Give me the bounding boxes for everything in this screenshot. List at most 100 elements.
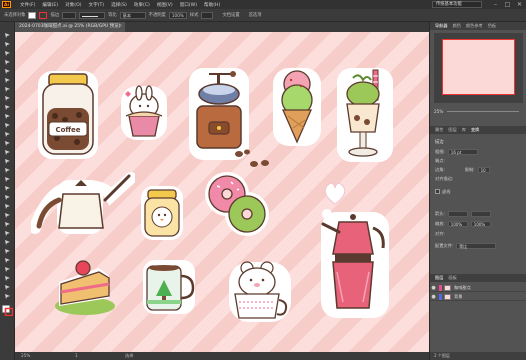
scale-tool-icon[interactable] [4,158,11,164]
profile-dropdown[interactable]: 等比 [456,242,497,249]
zoom-tool-icon[interactable] [4,284,11,290]
menu-type[interactable]: 文字(T) [89,2,105,8]
preferences-button[interactable]: 首选项 [249,12,262,18]
gradient-tool-icon[interactable] [4,212,11,218]
weight-input[interactable]: 16 pt [447,148,478,155]
scale-end-input[interactable]: 100% [470,220,491,227]
selection-status: 未选择对象 [4,13,26,18]
menu-select[interactable]: 选择(S) [111,2,127,8]
status-artboard[interactable]: 1 [75,352,78,360]
stroke-weight-dropdown[interactable] [62,11,77,19]
menu-view[interactable]: 视图(V) [157,2,173,8]
ice-cream-cone-sticker[interactable] [271,66,323,148]
rectangle-tool-icon[interactable] [4,104,11,110]
layer-row[interactable]: ● 咖啡甜点 [430,284,526,292]
menu-edit[interactable]: 编辑(E) [42,2,58,8]
strawberry-cake-sticker[interactable] [53,252,117,316]
artboard-tool-icon[interactable] [4,257,11,263]
arrow-end-dropdown[interactable] [470,210,491,217]
christmas-mug-sticker[interactable] [141,258,197,316]
layer-name[interactable]: 背景 [454,294,462,300]
line-tool-icon[interactable] [4,95,11,101]
eraser-tool-icon[interactable] [4,140,11,146]
stroke-profile-preview[interactable] [79,11,106,19]
artboard-canvas[interactable]: Coffee [15,32,429,352]
style-dropdown[interactable] [201,11,214,19]
close-tab-icon[interactable]: ✕ [118,22,122,32]
coffee-grinder-sticker[interactable] [187,66,251,162]
rotate-tool-icon[interactable] [4,149,11,155]
mesh-tool-icon[interactable] [4,203,11,209]
brush-dropdown[interactable]: 基本 [119,11,146,19]
fill-swatch[interactable] [28,11,37,19]
navigator-zoom-slider[interactable] [447,111,519,112]
stroke-profile-label: 等比 [108,13,117,18]
stroke-swatch[interactable] [39,11,48,19]
navigator-view-box[interactable] [442,39,515,95]
slice-tool-icon[interactable] [4,266,11,272]
limit-input[interactable]: 10 [477,166,490,173]
opacity-input[interactable]: 100% [168,11,187,19]
pencil-tool-icon[interactable] [4,131,11,137]
tab-properties[interactable]: 属性 [435,127,443,133]
arrow-start-dropdown[interactable] [447,210,468,217]
paintbrush-tool-icon[interactable] [4,113,11,119]
navigator-preview[interactable] [434,33,523,103]
tab-color[interactable]: 颜色 [453,23,461,29]
layer-name[interactable]: 咖啡甜点 [454,285,471,291]
direct-selection-tool-icon[interactable] [4,41,11,47]
magic-wand-tool-icon[interactable] [4,50,11,56]
tab-layers-mini[interactable]: 图层 [448,127,456,133]
maximize-icon[interactable]: □ [504,1,511,8]
coffee-jar-sticker[interactable]: Coffee [35,68,101,162]
tab-color-guide[interactable]: 颜色参考 [466,23,483,29]
scale-start-input[interactable]: 100% [447,220,468,227]
jam-jar-sticker[interactable] [139,184,185,242]
menu-object[interactable]: 对象(O) [65,2,81,8]
document-setup-button[interactable]: 文档设置 [222,12,239,18]
selection-tool-icon[interactable] [4,32,11,38]
eye-icon[interactable]: ● [430,285,437,291]
more-tools-icon[interactable] [4,293,11,299]
menu-window[interactable]: 窗口(W) [180,2,197,8]
width-tool-icon[interactable] [4,167,11,173]
menu-file[interactable]: 文件(F) [20,2,35,8]
eye-icon[interactable]: ● [430,294,437,300]
document-tab[interactable]: 2024-0703咖啡甜点.ai @ 25% (RGB/GPU 预览) ✕ [15,22,125,32]
dash-checkbox[interactable] [435,189,440,194]
hand-tool-icon[interactable] [4,275,11,281]
bunny-cupcake-sticker[interactable] [119,84,169,142]
close-window-icon[interactable]: ✕ [516,1,523,8]
tab-transform[interactable]: 变换 [471,127,479,133]
donuts-sticker[interactable] [201,172,271,236]
tab-swatches[interactable]: 色板 [488,23,496,29]
symbol-sprayer-tool-icon[interactable] [4,239,11,245]
lasso-tool-icon[interactable] [4,59,11,65]
graph-tool-icon[interactable] [4,248,11,254]
pen-tool-icon[interactable] [4,68,11,74]
pour-over-kettle-sticker[interactable] [31,166,135,240]
tab-layers[interactable]: 图层 [435,275,443,281]
layer-row[interactable]: ● 背景 [430,293,526,301]
tab-navigator[interactable]: 导航器 [435,23,448,29]
tab-libraries[interactable]: 库 [462,127,466,133]
perspective-grid-tool-icon[interactable] [4,194,11,200]
menu-effect[interactable]: 效果(C) [134,2,150,8]
minimize-icon[interactable]: – [492,1,499,8]
curvature-tool-icon[interactable] [4,77,11,83]
bear-latte-sticker[interactable] [225,258,295,324]
shaper-tool-icon[interactable] [4,122,11,128]
free-transform-tool-icon[interactable] [4,176,11,182]
type-tool-icon[interactable] [4,86,11,92]
matcha-parfait-sticker[interactable] [335,66,395,164]
menu-help[interactable]: 帮助(H) [204,2,220,8]
navigator-zoom-value[interactable]: 25% [434,109,443,114]
moka-pot-sticker[interactable] [315,208,395,320]
workspace-switcher[interactable]: 传统基本功能 [432,1,482,8]
shape-builder-tool-icon[interactable] [4,185,11,191]
blend-tool-icon[interactable] [4,230,11,236]
status-zoom[interactable]: 25% [21,353,30,358]
fill-stroke-widget[interactable] [2,305,14,317]
eyedropper-tool-icon[interactable] [4,221,11,227]
tab-artboards[interactable]: 画板 [448,275,456,281]
